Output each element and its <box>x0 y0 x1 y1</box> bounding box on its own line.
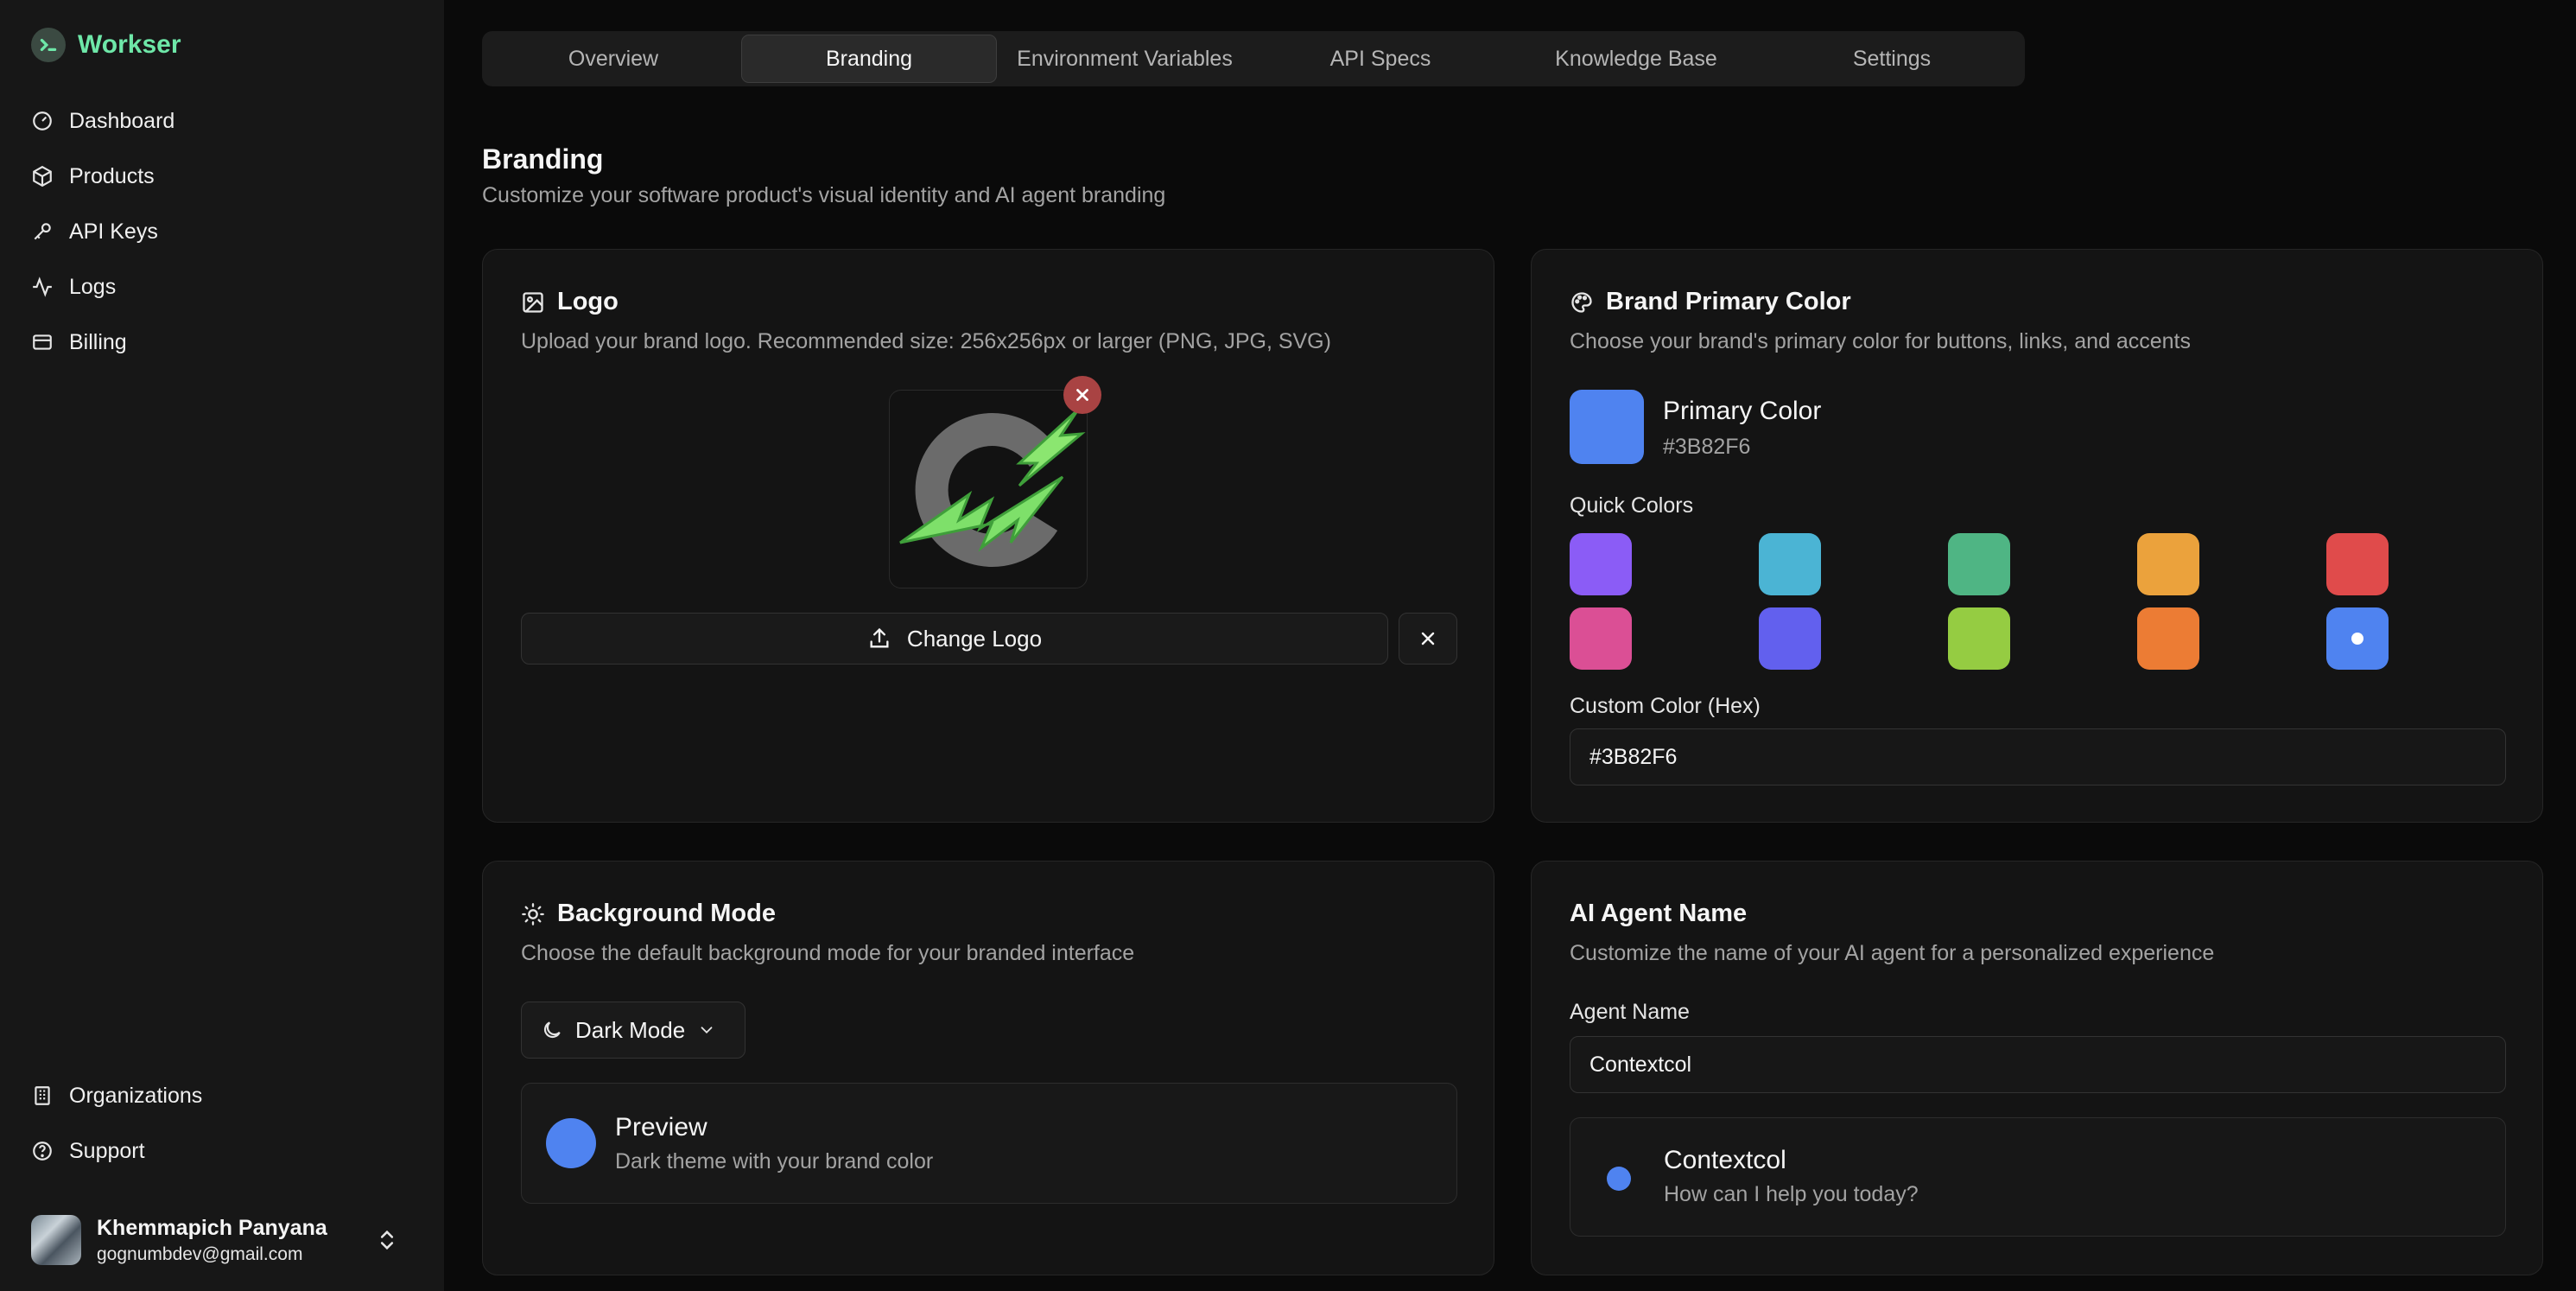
sidebar-item-label: Logs <box>69 274 117 299</box>
primary-color-hex: #3B82F6 <box>1663 435 1751 459</box>
building-icon <box>35 1086 50 1105</box>
sidebar-item-organizations[interactable]: Organizations <box>31 1068 411 1123</box>
remove-logo-icon[interactable] <box>1063 376 1101 414</box>
sidebar-item-label: Products <box>69 163 155 188</box>
quick-color-swatch[interactable] <box>1570 533 1632 595</box>
sun-icon <box>522 902 544 925</box>
brand-color-description: Choose your brand's primary color for bu… <box>1570 329 2192 353</box>
quick-color-swatch[interactable] <box>1948 533 2010 595</box>
tab-settings[interactable]: Settings <box>1764 35 2020 83</box>
preview-color-dot <box>546 1118 596 1168</box>
sidebar-item-products[interactable]: Products <box>31 149 411 204</box>
user-name: Khemmapich Panyana <box>97 1215 327 1240</box>
background-mode-title: Background Mode <box>557 900 776 927</box>
agent-color-dot <box>1607 1167 1631 1191</box>
user-email: gognumbdev@gmail.com <box>97 1243 303 1264</box>
change-logo-label: Change Logo <box>906 625 1043 652</box>
sidebar-item-dashboard[interactable]: Dashboard <box>31 93 411 149</box>
custom-color-label: Custom Color (Hex) <box>1570 694 1761 718</box>
moon-icon <box>543 1021 561 1039</box>
sidebar-item-support[interactable]: Support <box>31 1123 411 1179</box>
sidebar-item-billing[interactable]: Billing <box>31 315 411 370</box>
image-icon <box>523 291 543 313</box>
tab-knowledge-base[interactable]: Knowledge Base <box>1508 35 1764 83</box>
activity-icon <box>33 277 52 297</box>
agent-preview: Contextcol How can I help you today? <box>1570 1117 2506 1237</box>
quick-color-swatch[interactable] <box>2137 533 2199 595</box>
brand-color-card: Brand Primary Color Choose your brand's … <box>1531 249 2543 823</box>
preview-title: Preview <box>615 1113 707 1142</box>
background-mode-select[interactable]: Dark Mode <box>521 1002 746 1059</box>
sidebar-item-label: Billing <box>69 329 127 354</box>
brand-color-title: Brand Primary Color <box>1606 288 1851 315</box>
chevron-down-icon <box>701 1027 713 1034</box>
workser-logo-icon <box>31 28 66 62</box>
logo-preview <box>889 390 1088 588</box>
tab-api-specs[interactable]: API Specs <box>1253 35 1508 83</box>
sidebar-item-label: Organizations <box>69 1083 203 1108</box>
page-title: Branding <box>482 143 604 175</box>
agent-name-label: Agent Name <box>1570 1000 1690 1024</box>
app-name: Workser <box>78 30 181 59</box>
sidebar-item-label: Support <box>69 1138 145 1163</box>
primary-color-label: Primary Color <box>1663 397 1822 425</box>
quick-color-swatch[interactable] <box>1948 607 2010 670</box>
avatar <box>31 1215 81 1265</box>
quick-color-swatch[interactable] <box>2326 533 2389 595</box>
background-mode-value: Dark Mode <box>575 1016 686 1043</box>
tab-branding[interactable]: Branding <box>741 35 997 83</box>
quick-color-swatch[interactable] <box>1759 607 1821 670</box>
agent-preview-subtitle: How can I help you today? <box>1664 1182 1919 1206</box>
user-menu[interactable]: Khemmapich Panyana gognumbdev@gmail.com <box>31 1210 411 1270</box>
quick-color-swatch[interactable] <box>1759 533 1821 595</box>
change-logo-button[interactable]: Change Logo <box>521 613 1388 665</box>
agent-name-description: Customize the name of your AI agent for … <box>1570 941 2215 965</box>
logo-card-description: Upload your brand logo. Recommended size… <box>521 329 1331 353</box>
quick-color-swatch[interactable] <box>1570 607 1632 670</box>
sidebar: Workser Dashboard Products API Keys Logs… <box>0 0 444 1291</box>
tab-environment-variables[interactable]: Environment Variables <box>997 35 1253 83</box>
dashboard-icon <box>33 111 52 130</box>
brand[interactable]: Workser <box>31 28 181 62</box>
palette-icon <box>1571 291 1592 313</box>
logo-card: Logo Upload your brand logo. Recommended… <box>482 249 1494 823</box>
custom-color-input[interactable] <box>1570 728 2506 785</box>
sidebar-item-logs[interactable]: Logs <box>31 259 411 315</box>
background-mode-card: Background Mode Choose the default backg… <box>482 861 1494 1275</box>
preview-subtitle: Dark theme with your brand color <box>615 1149 934 1173</box>
brand-logo-image <box>899 408 1086 567</box>
sidebar-item-label: API Keys <box>69 219 158 244</box>
credit-card-icon <box>33 334 52 350</box>
help-circle-icon <box>33 1142 52 1161</box>
clear-logo-button[interactable] <box>1399 613 1457 665</box>
sidebar-nav: Dashboard Products API Keys Logs Billing <box>31 93 411 370</box>
chevrons-up-down-icon[interactable] <box>375 1228 399 1252</box>
sidebar-item-api-keys[interactable]: API Keys <box>31 204 411 259</box>
primary-color-swatch[interactable] <box>1570 390 1644 464</box>
quick-color-swatch[interactable] <box>2326 607 2389 670</box>
quick-color-swatch[interactable] <box>2137 607 2199 670</box>
tab-bar: Overview Branding Environment Variables … <box>482 31 2025 86</box>
upload-icon <box>870 627 889 648</box>
agent-name-card: AI Agent Name Customize the name of your… <box>1531 861 2543 1275</box>
agent-preview-name: Contextcol <box>1664 1146 1786 1174</box>
background-mode-description: Choose the default background mode for y… <box>521 941 1135 965</box>
tab-overview[interactable]: Overview <box>485 35 741 83</box>
agent-name-input[interactable] <box>1570 1036 2506 1093</box>
background-preview: Preview Dark theme with your brand color <box>521 1083 1457 1204</box>
logo-card-title: Logo <box>557 288 619 315</box>
key-icon <box>34 223 51 240</box>
selected-indicator-icon <box>2351 633 2363 645</box>
agent-name-title: AI Agent Name <box>1570 900 1748 927</box>
sidebar-item-label: Dashboard <box>69 108 175 133</box>
quick-colors-label: Quick Colors <box>1570 493 1694 518</box>
page-subtitle: Customize your software product's visual… <box>482 183 1166 207</box>
box-icon <box>33 165 52 188</box>
close-icon <box>1421 632 1435 646</box>
sidebar-bottom-nav: Organizations Support <box>31 1068 411 1179</box>
